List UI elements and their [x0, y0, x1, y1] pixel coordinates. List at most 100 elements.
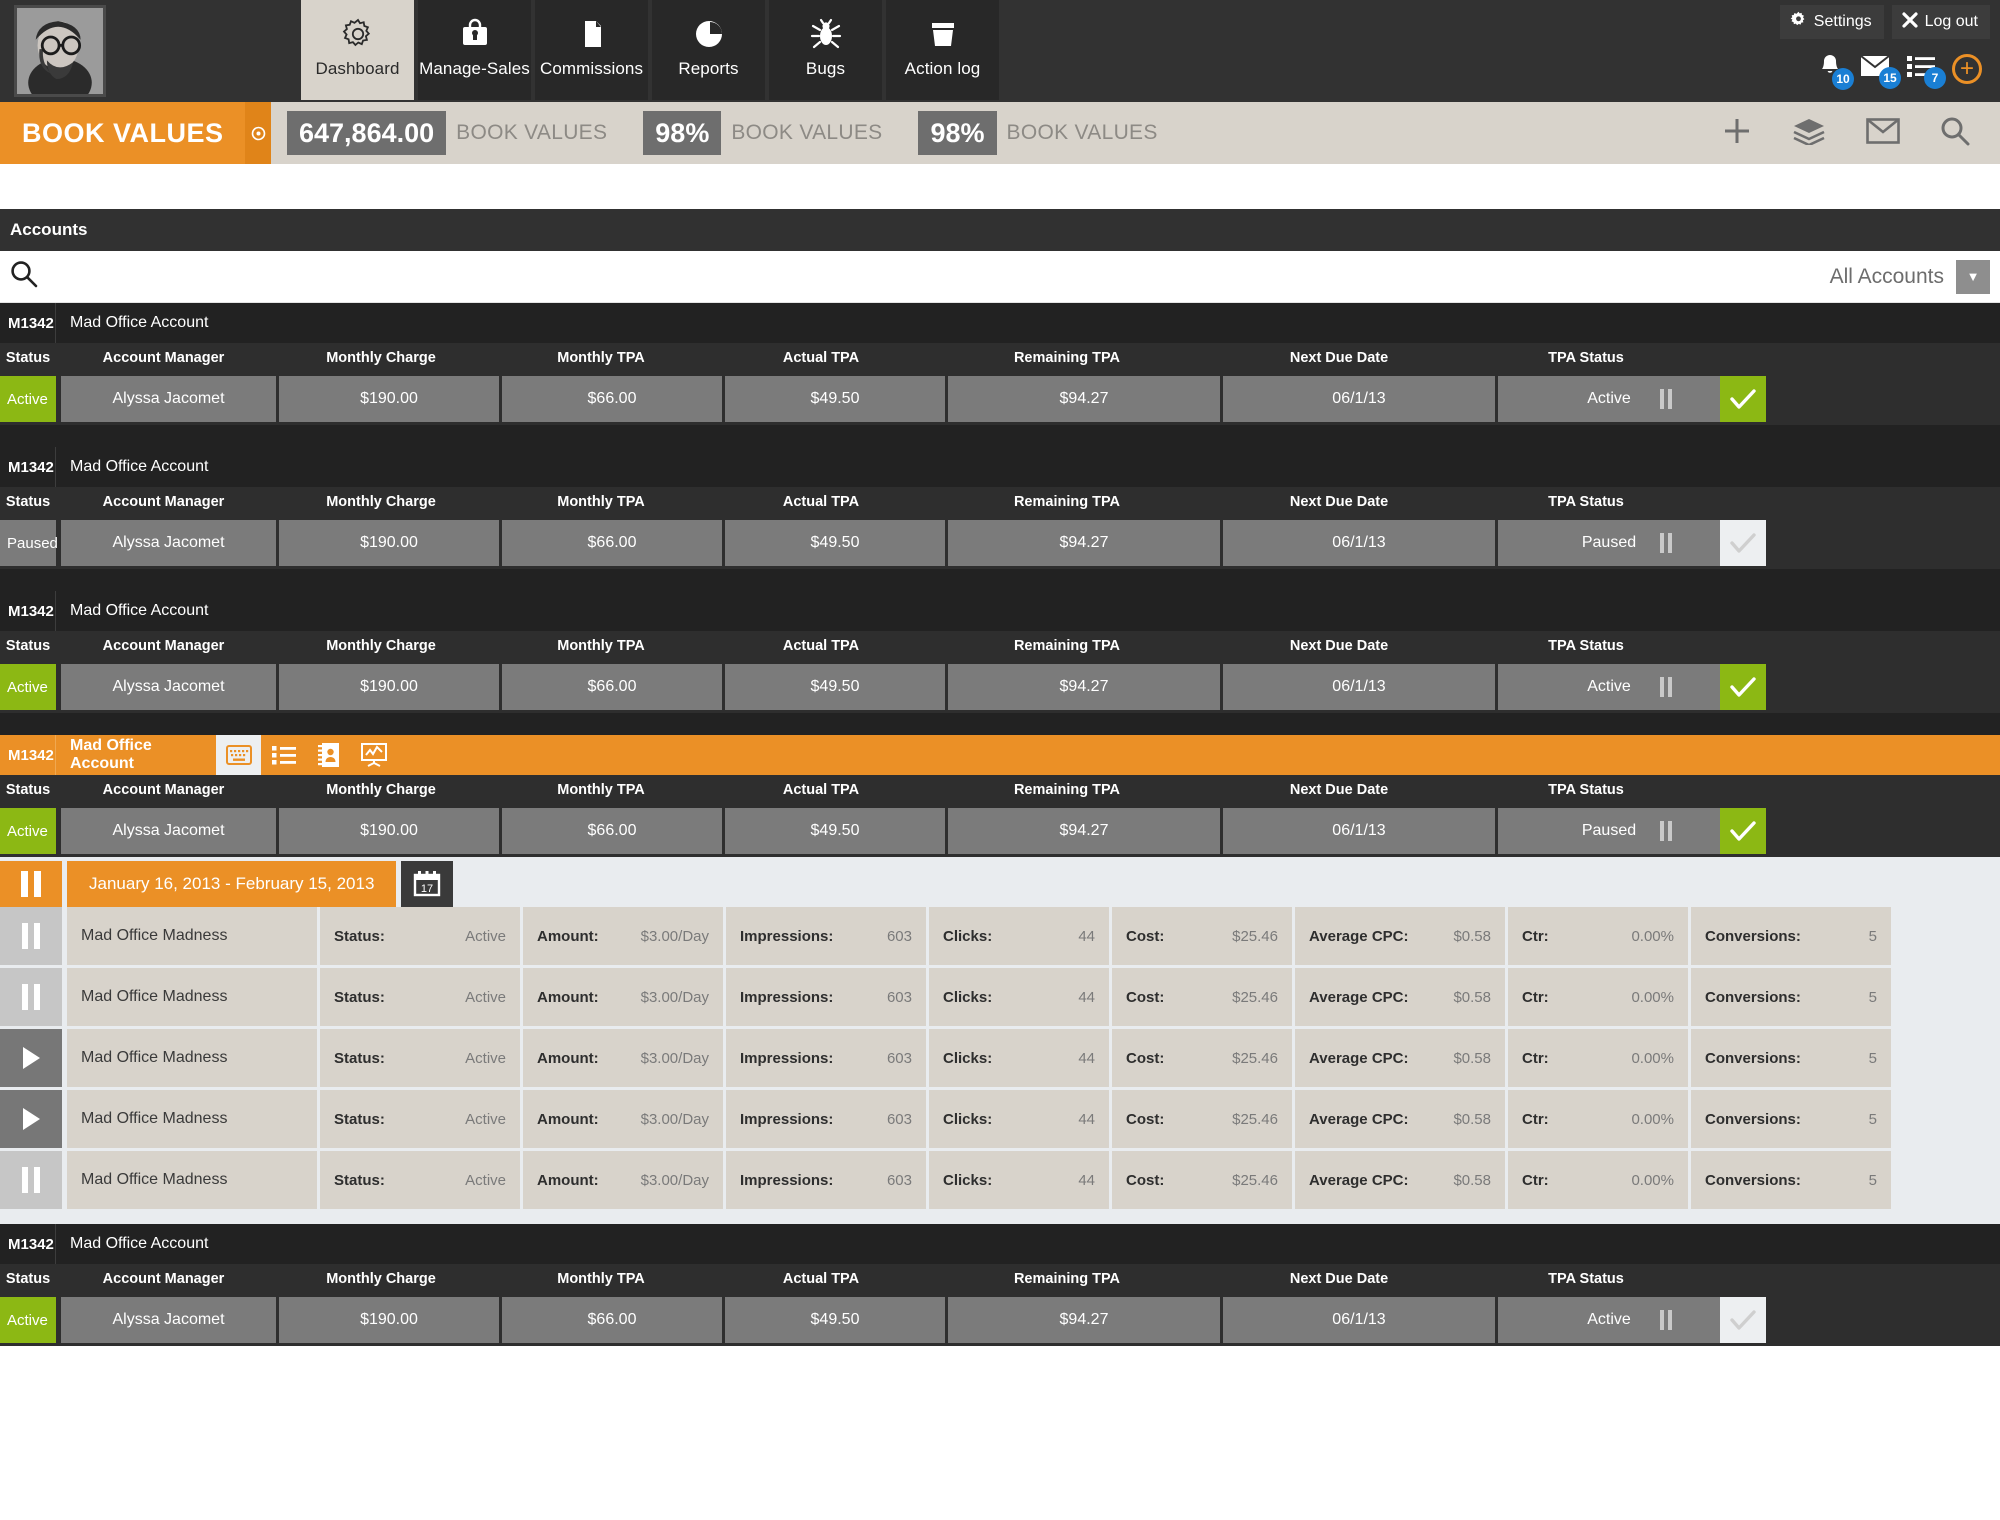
plus-icon[interactable] — [1722, 116, 1752, 151]
confirm-check-button[interactable] — [1720, 808, 1766, 854]
confirm-check-button[interactable] — [1720, 1297, 1766, 1343]
cell-remaining-tpa: $94.27 — [948, 520, 1220, 566]
campaign-status-value: Active — [465, 1049, 506, 1067]
campaign-amount-value: $3.00/Day — [640, 1110, 709, 1128]
add-button[interactable]: + — [1952, 53, 1982, 84]
keyboard-icon[interactable] — [216, 735, 261, 775]
date-range-row: January 16, 2013 - February 15, 2013 17 — [0, 857, 2000, 907]
confirm-check-button[interactable] — [1720, 520, 1766, 566]
search-icon[interactable] — [1940, 116, 1970, 151]
tab-bugs[interactable]: Bugs — [769, 0, 882, 100]
pause-icon[interactable] — [1660, 533, 1672, 553]
column-header: Status — [5, 1271, 51, 1287]
status-badge: Active — [0, 664, 56, 710]
campaign-ctr-value: 0.00% — [1631, 1110, 1674, 1128]
pause-icon[interactable] — [1660, 677, 1672, 697]
cell-monthly-tpa: $66.00 — [502, 664, 722, 710]
folder-icon — [927, 13, 959, 55]
account-header-row[interactable]: M1342 Mad Office Account — [0, 735, 2000, 775]
account-header-row[interactable]: M1342 Mad Office Account — [0, 447, 2000, 487]
campaign-pause-button[interactable] — [0, 1151, 62, 1209]
campaign-ctr: Ctr: 0.00% — [1508, 1090, 1688, 1148]
column-header: Remaining TPA — [1013, 494, 1121, 510]
list-icon[interactable]: 7 — [1907, 54, 1946, 89]
cell-actual-tpa: $49.50 — [725, 376, 945, 422]
campaign-average-cpc-label: Average CPC: — [1309, 988, 1409, 1006]
confirm-check-button[interactable] — [1720, 664, 1766, 710]
calendar-icon[interactable]: 17 — [401, 861, 454, 907]
envelope-icon[interactable]: 15 — [1860, 54, 1901, 89]
campaign-impressions-label: Impressions: — [740, 1110, 834, 1128]
address-book-icon[interactable] — [306, 735, 351, 775]
campaign-clicks-value: 44 — [1078, 927, 1095, 945]
campaign-clicks: Clicks: 44 — [929, 968, 1109, 1026]
book-values-bar: BOOK VALUES 647,864.00 BOOK VALUES 98% B… — [0, 102, 2000, 164]
campaign-ctr-value: 0.00% — [1631, 1171, 1674, 1189]
tab-manage-sales[interactable]: Manage-Sales — [418, 0, 531, 100]
campaign-status: Status: Active — [320, 1090, 520, 1148]
analytics-icon[interactable] — [351, 735, 396, 775]
logout-label: Log out — [1924, 13, 1978, 30]
campaign-clicks: Clicks: 44 — [929, 1029, 1109, 1087]
cell-monthly-tpa: $66.00 — [502, 520, 722, 566]
book-values-toggle-icon[interactable] — [245, 102, 271, 164]
campaign-status-label: Status: — [334, 927, 385, 945]
tab-dashboard[interactable]: Dashboard — [301, 0, 414, 100]
account-column-headers: Status Account Manager Monthly Charge Month… — [0, 1264, 2000, 1294]
tab-action-log[interactable]: Action log — [886, 0, 999, 100]
accounts-filter-value: All Accounts — [1829, 264, 1944, 288]
avatar[interactable] — [14, 5, 106, 97]
campaign-status-value: Active — [465, 1171, 506, 1189]
mail-icon[interactable] — [1866, 117, 1900, 149]
column-header: Remaining TPA — [1013, 782, 1121, 798]
tab-commissions[interactable]: Commissions — [535, 0, 648, 100]
search-icon[interactable] — [10, 260, 38, 293]
account-name: Mad Office Account — [70, 737, 152, 772]
campaign-play-button[interactable] — [0, 1090, 62, 1148]
row-separator — [0, 713, 2000, 735]
campaign-status-value: Active — [465, 988, 506, 1006]
tpa-status-value: Active — [1587, 390, 1631, 407]
account-header-row[interactable]: M1342 Mad Office Account — [0, 1224, 2000, 1264]
top-right-controls: Settings Log out 10 15 7 + — [1730, 0, 1990, 90]
campaign-amount: Amount: $3.00/Day — [523, 907, 723, 965]
logout-button[interactable]: Log out — [1891, 5, 1990, 39]
campaign-impressions-label: Impressions: — [740, 988, 834, 1006]
bullet-list-icon[interactable] — [261, 735, 306, 775]
campaign-impressions-value: 603 — [886, 1171, 912, 1189]
search-input[interactable] — [38, 266, 1830, 287]
cell-monthly-charge: $190.00 — [279, 1297, 499, 1343]
metric-label: BOOK VALUES — [731, 121, 883, 144]
campaign-ctr-label: Ctr: — [1522, 1171, 1549, 1189]
tpa-status-cell: Active — [1498, 1297, 1720, 1343]
campaign-ctr-value: 0.00% — [1631, 927, 1674, 945]
settings-button[interactable]: Settings — [1779, 5, 1884, 39]
pause-icon[interactable] — [1660, 821, 1672, 841]
accounts-list: M1342 Mad Office Account Status Account Man… — [0, 303, 2000, 1346]
layers-icon[interactable] — [1792, 117, 1826, 150]
pause-icon[interactable] — [1660, 389, 1672, 409]
date-range-button[interactable]: January 16, 2013 - February 15, 2013 — [67, 861, 397, 907]
cell-monthly-charge: $190.00 — [279, 376, 499, 422]
campaign-play-button[interactable] — [0, 1029, 62, 1087]
campaign-amount-label: Amount: — [537, 927, 599, 945]
metric-value: 98% — [643, 111, 722, 155]
campaign-average-cpc: Average CPC: $0.58 — [1295, 968, 1505, 1026]
account-block: M1342 Mad Office Account Status Account Man… — [0, 1224, 2000, 1346]
chevron-down-icon[interactable]: ▼ — [1956, 259, 1990, 294]
bell-icon[interactable]: 10 — [1817, 53, 1854, 90]
tab-reports[interactable]: Reports — [652, 0, 765, 100]
confirm-check-button[interactable] — [1720, 376, 1766, 422]
column-header: TPA Status — [1548, 782, 1624, 798]
avatar-photo — [17, 8, 103, 94]
campaign-cost: Cost: $25.46 — [1112, 907, 1292, 965]
pause-icon[interactable] — [1660, 1310, 1672, 1330]
campaign-pause-button[interactable] — [0, 907, 62, 965]
account-header-row[interactable]: M1342 Mad Office Account — [0, 303, 2000, 343]
account-header-row[interactable]: M1342 Mad Office Account — [0, 591, 2000, 631]
accounts-filter[interactable]: All Accounts ▼ — [1829, 259, 1990, 294]
column-header: Actual TPA — [782, 494, 860, 510]
column-header: Monthly TPA — [557, 494, 645, 510]
campaign-pause-button[interactable] — [0, 968, 62, 1026]
panel-pause-button[interactable] — [0, 861, 62, 907]
